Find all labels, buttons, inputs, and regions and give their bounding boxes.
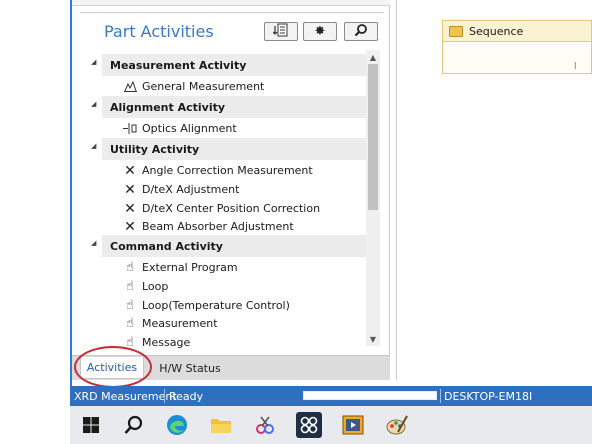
search-button[interactable] xyxy=(344,22,378,41)
collapse-arrow-icon[interactable]: ◢ xyxy=(91,142,96,150)
scroll-down-arrow-icon[interactable]: ▼ xyxy=(366,332,380,346)
folder-icon xyxy=(449,25,463,37)
panel-title: Part Activities xyxy=(104,22,214,41)
tree-item-label: Angle Correction Measurement xyxy=(142,164,313,177)
search-icon[interactable] xyxy=(121,412,147,438)
search-icon xyxy=(354,22,368,41)
sort-button[interactable] xyxy=(264,22,298,41)
status-state: Ready xyxy=(169,389,204,403)
category-alignment-activity[interactable]: Alignment Activity xyxy=(102,96,366,118)
tree-item-label: Measurement xyxy=(142,317,218,330)
tools-icon: ✕ xyxy=(124,181,136,198)
status-app-name: XRD Measurement xyxy=(74,389,177,403)
scrollbar-thumb[interactable] xyxy=(368,64,378,210)
tree-item-label: Loop xyxy=(142,280,169,293)
optics-icon xyxy=(122,123,138,134)
tree-item-message[interactable]: ☝ Message xyxy=(122,333,190,350)
document-sort-icon xyxy=(272,22,289,41)
scroll-up-arrow-icon[interactable]: ▲ xyxy=(366,50,380,64)
collapse-arrow-icon[interactable]: ◢ xyxy=(91,239,96,247)
windows-start-icon[interactable] xyxy=(78,412,104,438)
tree-item-measurement[interactable]: ☝ Measurement xyxy=(122,314,218,333)
category-measurement-activity[interactable]: Measurement Activity xyxy=(102,54,366,76)
tree-item-label: External Program xyxy=(142,261,238,274)
tab-hw-status[interactable]: H/W Status xyxy=(150,357,230,379)
tree-item-label: D/teX Center Position Correction xyxy=(142,202,321,215)
collapse-arrow-icon[interactable]: ◢ xyxy=(91,58,96,66)
tree-item-label: Loop(Temperature Control) xyxy=(142,299,290,312)
hand-pointer-icon: ☝ xyxy=(126,279,134,294)
hand-pointer-icon: ☝ xyxy=(126,260,134,275)
paint-icon[interactable] xyxy=(384,412,410,438)
media-player-icon[interactable] xyxy=(340,412,366,438)
tree-item-angle-correction-measurement[interactable]: ✕ Angle Correction Measurement xyxy=(122,161,313,180)
tree-item-dtex-center-position-correction[interactable]: ✕ D/teX Center Position Correction xyxy=(122,199,320,218)
tools-icon: ✕ xyxy=(124,218,136,235)
edge-icon[interactable] xyxy=(164,412,190,438)
activity-tree: ◢ Measurement Activity General Measureme… xyxy=(80,50,380,350)
tools-icon: ✕ xyxy=(124,162,136,179)
collapse-arrow-icon[interactable]: ◢ xyxy=(91,100,96,108)
sequence-label: Sequence xyxy=(469,24,524,38)
tree-item-label: D/teX Adjustment xyxy=(142,183,240,196)
annotation-circle xyxy=(74,346,152,388)
chart-icon xyxy=(122,81,138,92)
snipping-tool-icon[interactable] xyxy=(252,412,278,438)
panel-top-strip xyxy=(72,0,390,6)
sequence-mark: l xyxy=(574,62,577,72)
status-separator xyxy=(440,389,441,403)
tools-icon: ✕ xyxy=(124,200,136,217)
hand-pointer-icon: ☝ xyxy=(126,298,134,313)
category-command-activity[interactable]: Command Activity xyxy=(102,235,366,257)
tree-item-label: Optics Alignment xyxy=(142,122,237,135)
taskbar xyxy=(70,406,592,444)
tree-item-label: Beam Absorber Adjustment xyxy=(142,220,294,233)
tree-item-loop[interactable]: ☝ Loop xyxy=(122,277,168,296)
sequence-header[interactable]: Sequence xyxy=(442,20,592,42)
tree-item-label: Message xyxy=(142,336,191,349)
tree-item-external-program[interactable]: ☝ External Program xyxy=(122,258,238,277)
file-explorer-icon[interactable] xyxy=(208,412,234,438)
hand-pointer-icon: ☝ xyxy=(126,316,134,331)
status-host-name: DESKTOP-EM18I xyxy=(444,389,533,403)
tree-item-dtex-adjustment[interactable]: ✕ D/teX Adjustment xyxy=(122,180,239,199)
pane-divider xyxy=(396,0,397,380)
tree-item-beam-absorber-adjustment[interactable]: ✕ Beam Absorber Adjustment xyxy=(122,217,294,236)
tree-item-loop-temperature-control[interactable]: ☝ Loop(Temperature Control) xyxy=(122,296,290,315)
status-separator xyxy=(164,389,165,403)
tree-item-label: General Measurement xyxy=(142,80,265,93)
panel-divider xyxy=(80,12,384,13)
tree-item-optics-alignment[interactable]: Optics Alignment xyxy=(122,119,237,138)
settings-button[interactable]: ✸ xyxy=(303,22,337,41)
app-icon[interactable] xyxy=(296,412,322,438)
status-progress-bar xyxy=(303,391,437,400)
gear-icon: ✸ xyxy=(314,24,326,39)
tree-item-general-measurement[interactable]: General Measurement xyxy=(122,77,264,96)
category-utility-activity[interactable]: Utility Activity xyxy=(102,138,366,160)
